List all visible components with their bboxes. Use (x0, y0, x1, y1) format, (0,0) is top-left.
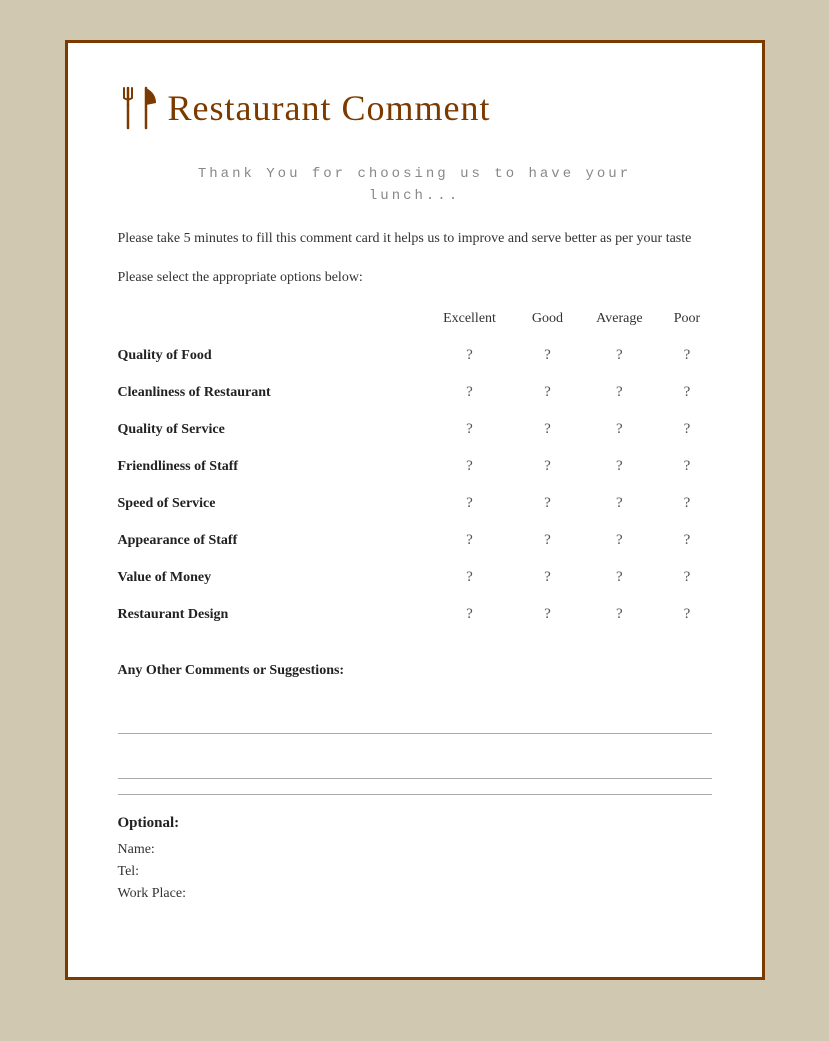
rating-good[interactable]: ? (519, 448, 577, 485)
rating-excellent[interactable]: ? (420, 374, 518, 411)
row-label: Friendliness of Staff (118, 448, 421, 485)
rating-good[interactable]: ? (519, 596, 577, 633)
rating-good[interactable]: ? (519, 337, 577, 374)
table-row: Quality of Service???? (118, 411, 712, 448)
header: Restaurant Comment (118, 83, 712, 133)
rating-good[interactable]: ? (519, 485, 577, 522)
rating-good[interactable]: ? (519, 522, 577, 559)
table-row: Value of Money???? (118, 559, 712, 596)
row-label: Speed of Service (118, 485, 421, 522)
table-row: Friendliness of Staff???? (118, 448, 712, 485)
col-good: Good (519, 311, 577, 337)
rating-poor[interactable]: ? (662, 337, 711, 374)
table-row: Quality of Food???? (118, 337, 712, 374)
rating-poor[interactable]: ? (662, 485, 711, 522)
rating-good[interactable]: ? (519, 411, 577, 448)
comment-line-1 (118, 704, 712, 734)
row-label: Appearance of Staff (118, 522, 421, 559)
row-label: Quality of Service (118, 411, 421, 448)
rating-average[interactable]: ? (576, 596, 662, 633)
optional-title: Optional: (118, 815, 712, 832)
page: Restaurant Comment Thank You for choosin… (65, 40, 765, 980)
comments-section: Any Other Comments or Suggestions: (118, 663, 712, 779)
row-label: Value of Money (118, 559, 421, 596)
rating-poor[interactable]: ? (662, 522, 711, 559)
workplace-label: Work Place: (118, 886, 712, 902)
optional-section: Optional: Name: Tel: Work Place: (118, 794, 712, 902)
rating-excellent[interactable]: ? (420, 559, 518, 596)
rating-average[interactable]: ? (576, 522, 662, 559)
rating-average[interactable]: ? (576, 448, 662, 485)
thank-you-text: Thank You for choosing us to have your l… (118, 163, 712, 208)
comments-label: Any Other Comments or Suggestions: (118, 663, 712, 679)
table-row: Appearance of Staff???? (118, 522, 712, 559)
col-poor: Poor (662, 311, 711, 337)
instruction-text: Please select the appropriate options be… (118, 270, 712, 286)
rating-excellent[interactable]: ? (420, 337, 518, 374)
row-label: Cleanliness of Restaurant (118, 374, 421, 411)
rating-excellent[interactable]: ? (420, 596, 518, 633)
rating-average[interactable]: ? (576, 374, 662, 411)
rating-excellent[interactable]: ? (420, 411, 518, 448)
rating-poor[interactable]: ? (662, 596, 711, 633)
col-average: Average (576, 311, 662, 337)
rating-average[interactable]: ? (576, 337, 662, 374)
utensils-icon (118, 83, 168, 133)
name-label: Name: (118, 842, 712, 858)
rating-good[interactable]: ? (519, 374, 577, 411)
rating-poor[interactable]: ? (662, 374, 711, 411)
rating-good[interactable]: ? (519, 559, 577, 596)
table-row: Cleanliness of Restaurant???? (118, 374, 712, 411)
row-label: Quality of Food (118, 337, 421, 374)
rating-excellent[interactable]: ? (420, 485, 518, 522)
rating-poor[interactable]: ? (662, 559, 711, 596)
rating-average[interactable]: ? (576, 411, 662, 448)
comment-line-2 (118, 749, 712, 779)
page-title: Restaurant Comment (168, 87, 491, 129)
rating-poor[interactable]: ? (662, 448, 711, 485)
rating-excellent[interactable]: ? (420, 448, 518, 485)
rating-table: Excellent Good Average Poor Quality of F… (118, 311, 712, 633)
rating-average[interactable]: ? (576, 485, 662, 522)
tel-label: Tel: (118, 864, 712, 880)
row-label: Restaurant Design (118, 596, 421, 633)
rating-excellent[interactable]: ? (420, 522, 518, 559)
rating-poor[interactable]: ? (662, 411, 711, 448)
table-row: Speed of Service???? (118, 485, 712, 522)
table-row: Restaurant Design???? (118, 596, 712, 633)
col-excellent: Excellent (420, 311, 518, 337)
description-text: Please take 5 minutes to fill this comme… (118, 228, 712, 250)
col-label (118, 311, 421, 337)
rating-average[interactable]: ? (576, 559, 662, 596)
